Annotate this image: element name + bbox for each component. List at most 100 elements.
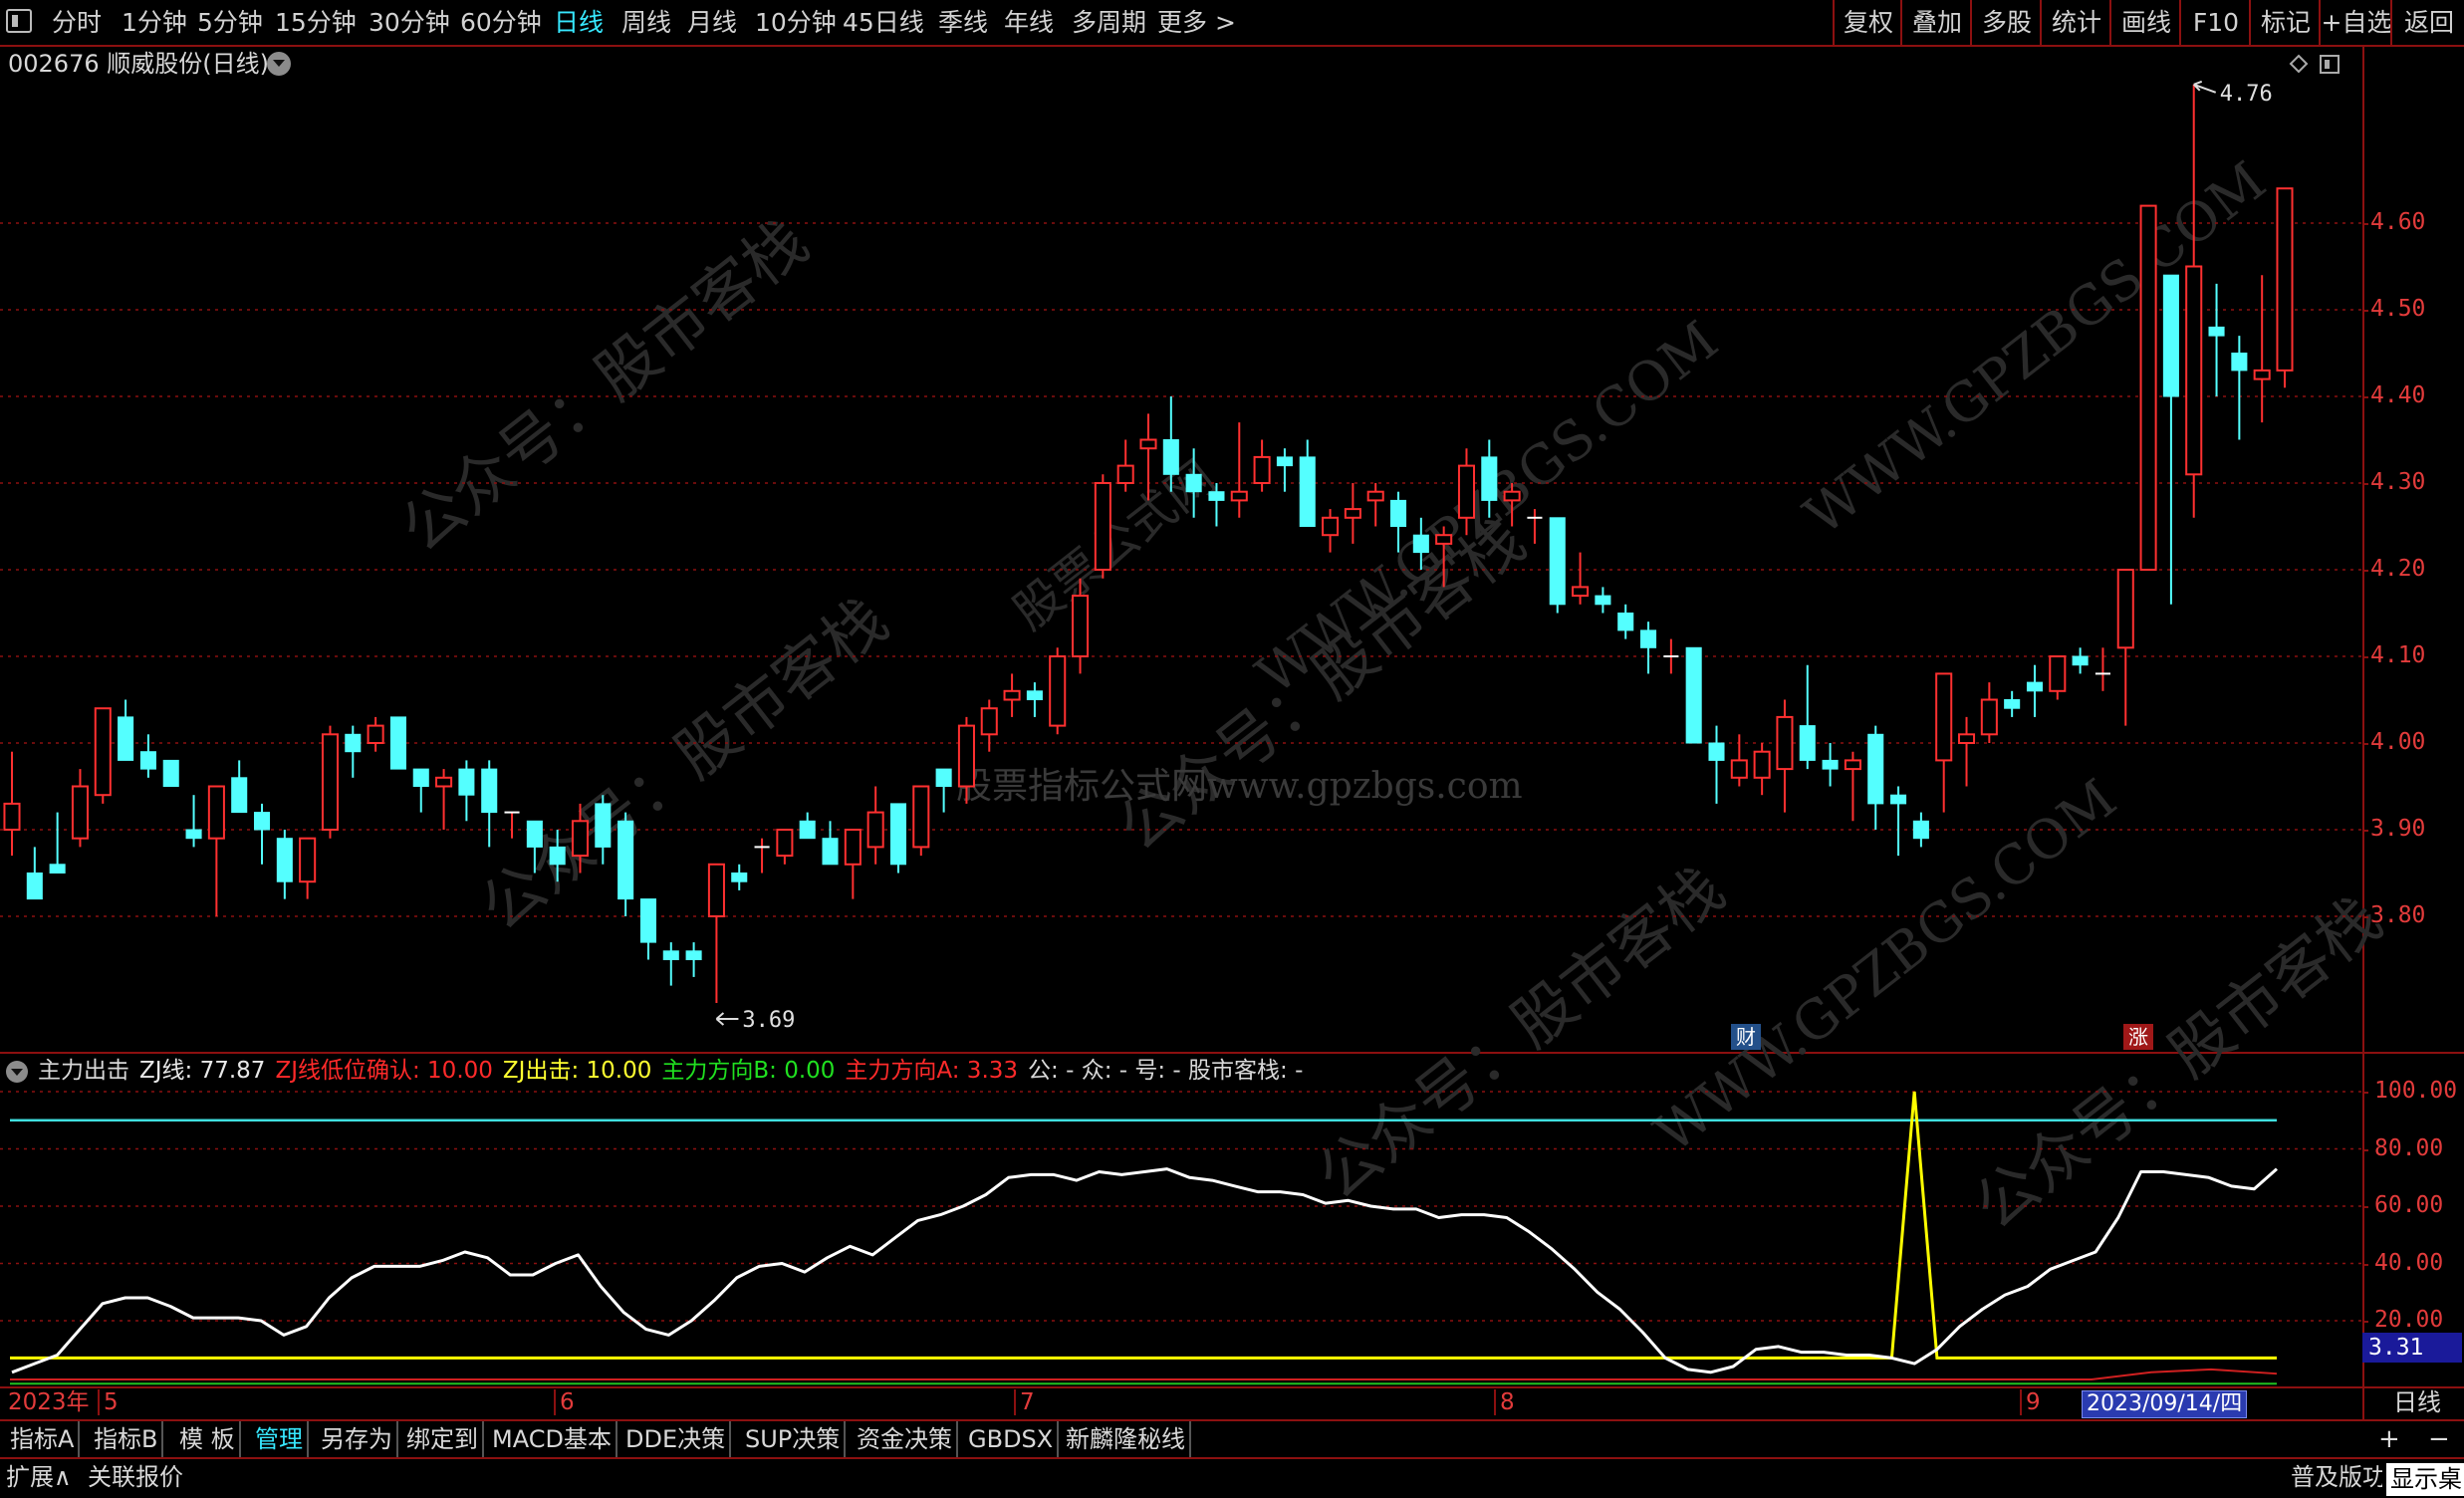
up-candle[interactable] [1776, 715, 1794, 771]
indicator-tab-8[interactable]: SUP决策 [741, 1421, 847, 1457]
price-chart[interactable]: 4.76 3.69 [0, 80, 2362, 1052]
period-label[interactable]: 日线 [2370, 1387, 2464, 1417]
up-candle[interactable] [1072, 595, 1090, 657]
down-candle[interactable] [139, 751, 156, 770]
up-candle[interactable] [707, 863, 725, 917]
up-candle[interactable] [776, 829, 794, 858]
up-candle[interactable] [321, 733, 340, 831]
down-candle[interactable] [889, 803, 907, 866]
down-candle[interactable] [412, 768, 429, 787]
up-candle[interactable] [1230, 490, 1248, 502]
indicator-tab-6[interactable]: MACD基本 [488, 1421, 617, 1457]
up-candle[interactable] [2253, 369, 2271, 380]
up-candle[interactable] [912, 785, 930, 849]
indicator-tab-3[interactable]: 管理 [251, 1421, 309, 1457]
period-tab-14[interactable]: 更多 > [1157, 0, 1236, 45]
expand-button[interactable]: 扩展∧ [6, 1459, 72, 1496]
down-candle[interactable] [481, 768, 498, 814]
indicator-tab-0[interactable]: 指标A [6, 1421, 81, 1457]
down-candle[interactable] [1549, 517, 1566, 606]
show-desktop-button[interactable]: 显示桌 [2386, 1463, 2464, 1496]
linked-quote-button[interactable]: 关联报价 [88, 1459, 183, 1496]
down-candle[interactable] [935, 768, 952, 787]
period-tab-10[interactable]: 45日线 [843, 0, 924, 45]
chevron-down-icon[interactable] [267, 52, 291, 76]
up-candle[interactable] [1049, 655, 1067, 727]
down-candle[interactable] [1912, 820, 1929, 840]
indicator-tab-11[interactable]: 新麟隆秘线 [1062, 1421, 1191, 1457]
toolbar-button-4[interactable]: 画线 [2109, 0, 2181, 45]
period-tab-13[interactable]: 多周期 [1072, 0, 1146, 45]
down-candle[interactable] [1867, 733, 1884, 805]
window-menu-icon[interactable] [6, 9, 32, 33]
down-candle[interactable] [822, 838, 839, 866]
down-candle[interactable] [1890, 794, 1907, 805]
up-candle[interactable] [866, 811, 884, 849]
up-candle[interactable] [299, 837, 317, 883]
down-candle[interactable] [1276, 456, 1293, 467]
down-candle[interactable] [731, 873, 748, 882]
down-candle[interactable] [1299, 456, 1316, 527]
period-tab-5[interactable]: 60分钟 [460, 0, 542, 45]
up-candle[interactable] [2276, 187, 2294, 372]
down-candle[interactable] [231, 777, 248, 814]
down-candle[interactable] [1595, 595, 1611, 606]
up-candle[interactable] [1503, 490, 1521, 502]
up-candle[interactable] [2116, 569, 2134, 649]
down-candle[interactable] [345, 733, 362, 753]
down-candle[interactable] [185, 829, 202, 840]
diamond-icon[interactable] [2289, 54, 2309, 74]
up-candle[interactable] [1457, 464, 1476, 519]
down-candle[interactable] [595, 803, 612, 848]
down-candle[interactable] [26, 873, 43, 900]
down-candle[interactable] [685, 950, 702, 960]
zoom-out-icon[interactable]: − [2428, 1421, 2450, 1457]
up-candle[interactable] [1094, 482, 1111, 571]
down-candle[interactable] [2072, 655, 2089, 666]
indicator-chart[interactable] [0, 1054, 2362, 1386]
period-tab-1[interactable]: 1分钟 [122, 0, 187, 45]
period-tab-11[interactable]: 季线 [938, 0, 988, 45]
indicator-tab-4[interactable]: 另存为 [317, 1421, 398, 1457]
down-candle[interactable] [1026, 690, 1043, 700]
indicator-tab-5[interactable]: 绑定到 [402, 1421, 484, 1457]
up-candle[interactable] [367, 724, 384, 744]
toolbar-button-7[interactable]: +自选 [2319, 0, 2392, 45]
up-candle[interactable] [2185, 265, 2203, 476]
up-candle[interactable] [844, 829, 862, 866]
up-candle[interactable] [3, 802, 21, 832]
up-candle[interactable] [94, 707, 112, 797]
down-candle[interactable] [389, 716, 406, 770]
period-tab-12[interactable]: 年线 [1004, 0, 1054, 45]
down-candle[interactable] [2208, 326, 2225, 337]
indicator-tab-7[interactable]: DDE决策 [621, 1421, 732, 1457]
down-candle[interactable] [617, 820, 634, 900]
period-tab-2[interactable]: 5分钟 [197, 0, 263, 45]
limit-up-badge[interactable]: 涨 [2123, 1024, 2153, 1050]
finance-badge[interactable]: 财 [1731, 1024, 1761, 1050]
period-tab-7[interactable]: 周线 [621, 0, 671, 45]
down-candle[interactable] [1799, 725, 1816, 761]
period-tab-0[interactable]: 分时 [52, 0, 102, 45]
indicator-tab-2[interactable]: 模 板 [175, 1421, 241, 1457]
period-tab-4[interactable]: 30分钟 [369, 0, 450, 45]
up-candle[interactable] [1935, 672, 1953, 762]
up-candle[interactable] [2139, 204, 2157, 571]
toolbar-button-0[interactable]: 复权 [1833, 0, 1902, 45]
up-candle[interactable] [71, 785, 89, 840]
zoom-in-icon[interactable]: + [2378, 1421, 2400, 1457]
down-candle[interactable] [2231, 353, 2248, 372]
toolbar-button-8[interactable]: 返回 [2390, 0, 2464, 45]
up-candle[interactable] [1366, 490, 1384, 502]
period-tab-9[interactable]: 10分钟 [755, 0, 837, 45]
down-candle[interactable] [1640, 629, 1657, 648]
down-candle[interactable] [799, 820, 816, 840]
down-candle[interactable] [276, 838, 293, 882]
down-candle[interactable] [1412, 534, 1429, 554]
period-tab-3[interactable]: 15分钟 [275, 0, 357, 45]
up-candle[interactable] [1844, 759, 1861, 771]
up-candle[interactable] [1344, 508, 1361, 519]
down-candle[interactable] [458, 768, 475, 796]
up-candle[interactable] [2049, 655, 2067, 692]
down-candle[interactable] [662, 950, 679, 960]
